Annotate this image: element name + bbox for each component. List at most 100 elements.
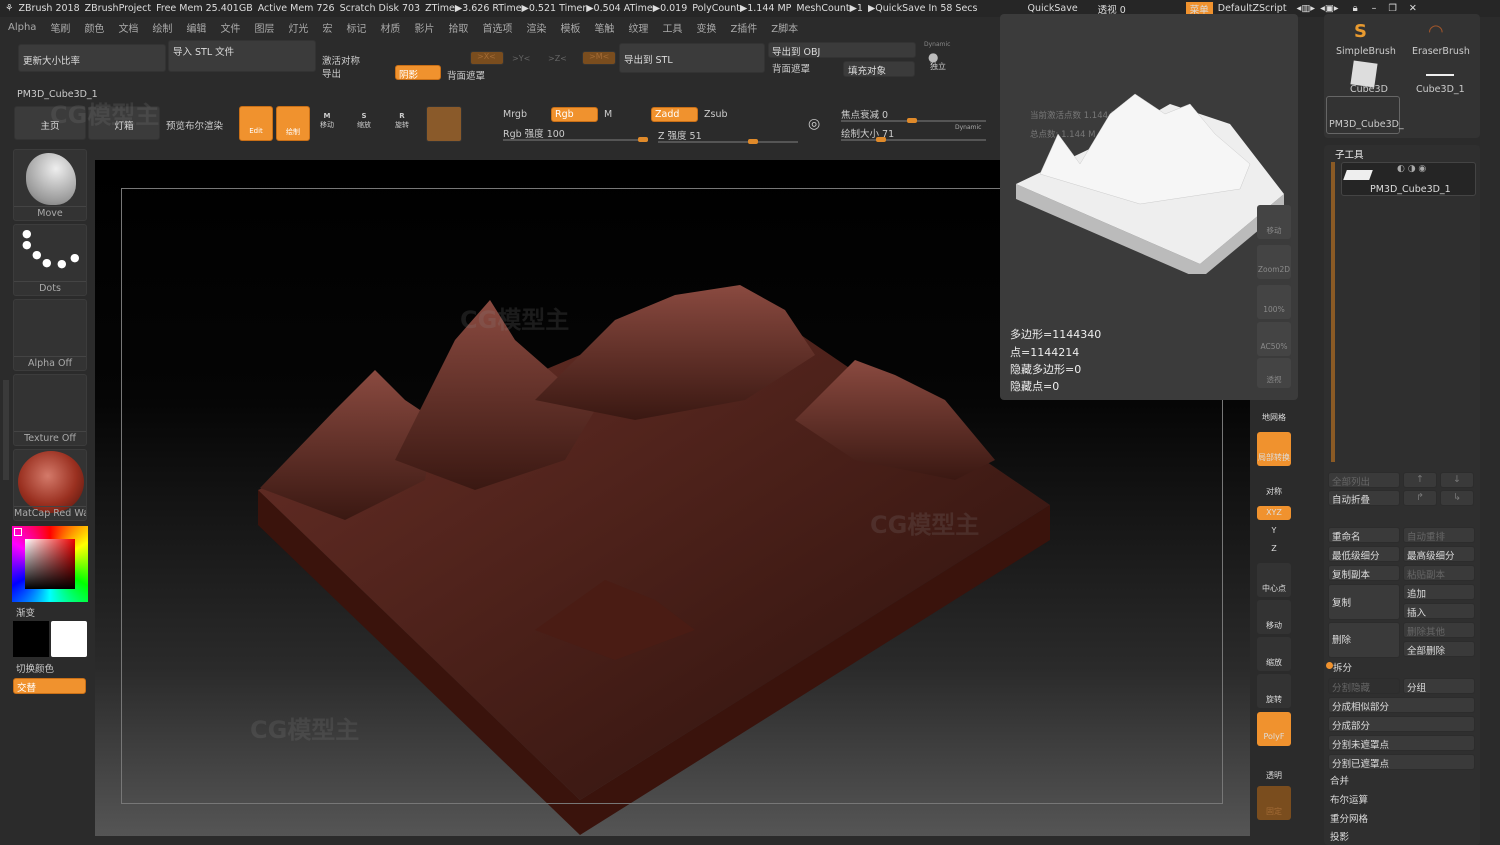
color-square[interactable] bbox=[25, 539, 75, 589]
alternate-button[interactable]: 交替 bbox=[13, 678, 86, 694]
split-similar-button[interactable]: 分成相似部分 bbox=[1328, 697, 1475, 713]
export-stl-button[interactable]: 导出到 STL bbox=[619, 43, 765, 73]
brush-selector[interactable]: Move bbox=[13, 149, 87, 221]
delete-all-button[interactable]: 全部删除 bbox=[1403, 641, 1475, 657]
sym-m-button[interactable]: >M< bbox=[582, 51, 616, 65]
sym-y-button[interactable]: >Y< bbox=[512, 54, 530, 63]
y-rotate-button[interactable]: Y bbox=[1257, 524, 1291, 538]
slider-knob[interactable] bbox=[638, 137, 648, 142]
mrgb-button[interactable]: Mrgb bbox=[503, 109, 527, 120]
stroke-selector[interactable]: ● ● ● ● ● ● Dots bbox=[13, 224, 87, 296]
z-intensity-slider[interactable] bbox=[658, 139, 798, 144]
duplicate-button[interactable]: 复制 bbox=[1328, 584, 1400, 620]
left-tray-handle[interactable] bbox=[3, 380, 9, 480]
menu-marker[interactable]: 标记 bbox=[346, 20, 366, 35]
sym-x-button[interactable]: >X< bbox=[470, 51, 504, 65]
tool-cube3d[interactable]: Cube3D bbox=[1350, 84, 1388, 95]
slider-knob[interactable] bbox=[876, 137, 886, 142]
menu-stroke[interactable]: 笔触 bbox=[594, 20, 614, 35]
material-selector[interactable]: MatCap Red Wax bbox=[13, 449, 87, 521]
dynamic-size-label[interactable]: Dynamic bbox=[955, 124, 981, 131]
m-button[interactable]: M bbox=[604, 109, 612, 120]
paste-button[interactable]: 粘贴副本 bbox=[1403, 565, 1475, 581]
subtool-scrollbar[interactable] bbox=[1331, 162, 1335, 462]
slider-knob[interactable] bbox=[907, 118, 917, 123]
append-button[interactable]: 追加 bbox=[1403, 584, 1475, 600]
local-transform-button[interactable]: 局部转换 bbox=[1257, 432, 1291, 466]
highest-subdiv-button[interactable]: 最高级细分 bbox=[1403, 546, 1475, 562]
tool-eraserbrush[interactable]: EraserBrush bbox=[1412, 46, 1470, 57]
move-view-top-button[interactable]: 移动 bbox=[1257, 205, 1291, 239]
menu-zplugin[interactable]: Z插件 bbox=[730, 20, 757, 35]
remesh-section[interactable]: 重分网格 bbox=[1330, 811, 1368, 825]
transparency-button[interactable]: 透明 bbox=[1257, 750, 1291, 784]
scale-view-button[interactable]: 缩放 bbox=[1257, 637, 1291, 671]
import-stl-button[interactable]: 导入 STL 文件 bbox=[168, 40, 316, 72]
solo-label[interactable]: 独立 bbox=[930, 61, 946, 72]
rgb-button[interactable]: Rgb bbox=[551, 107, 598, 122]
menu-brush[interactable]: 笔刷 bbox=[50, 20, 70, 35]
layout-icon[interactable]: ◂▥▸ bbox=[1297, 3, 1316, 14]
menu-alpha[interactable]: Alpha bbox=[8, 22, 36, 33]
menu-document[interactable]: 文档 bbox=[118, 20, 138, 35]
menu-macro[interactable]: 宏 bbox=[322, 20, 332, 35]
menu-movie[interactable]: 影片 bbox=[414, 20, 434, 35]
menu-layer[interactable]: 图层 bbox=[254, 20, 274, 35]
tool-pm3d-cube3d[interactable]: PM3D_Cube3D_ bbox=[1326, 96, 1404, 134]
move-view-button[interactable]: 移动 bbox=[1257, 600, 1291, 634]
delete-button[interactable]: 删除 bbox=[1328, 622, 1400, 658]
shadow-button[interactable]: 阴影 bbox=[395, 65, 441, 81]
draw-button[interactable]: 绘制 bbox=[276, 106, 310, 141]
lock-icon[interactable]: 🔒︎ bbox=[1353, 3, 1358, 14]
lowest-subdiv-button[interactable]: 最低级细分 bbox=[1328, 546, 1400, 562]
rotate-view-button[interactable]: 旋转 bbox=[1257, 674, 1291, 708]
split-section[interactable]: 拆分 bbox=[1333, 660, 1352, 674]
zsub-button[interactable]: Zsub bbox=[704, 109, 728, 120]
menu-edit[interactable]: 编辑 bbox=[186, 20, 206, 35]
gradient-toggle[interactable]: 渐变 bbox=[16, 605, 35, 619]
lightbox-button[interactable]: 灯箱 bbox=[88, 106, 160, 140]
groups-split-button[interactable]: 分组 bbox=[1403, 678, 1475, 694]
menu-zscript[interactable]: Z脚本 bbox=[771, 20, 798, 35]
rgb-intensity-slider[interactable] bbox=[503, 137, 648, 142]
menu-light[interactable]: 灯光 bbox=[288, 20, 308, 35]
menu-material[interactable]: 材质 bbox=[380, 20, 400, 35]
export-label[interactable]: 导出 bbox=[322, 66, 341, 80]
split-hidden-button[interactable]: 分割隐藏 bbox=[1328, 678, 1400, 694]
xyz-rotate-button[interactable]: XYZ bbox=[1257, 506, 1291, 520]
center-point-button[interactable]: 中心点 bbox=[1257, 563, 1291, 597]
subtool-item[interactable]: ◐ ◑ ◉ PM3D_Cube3D_1 bbox=[1341, 162, 1476, 196]
arrow-down-icon[interactable]: ↓ bbox=[1440, 472, 1474, 488]
color-picker[interactable] bbox=[12, 526, 88, 602]
menu-transform[interactable]: 变换 bbox=[696, 20, 716, 35]
menu-color[interactable]: 颜色 bbox=[84, 20, 104, 35]
menu-render[interactable]: 渲染 bbox=[526, 20, 546, 35]
menu-preferences[interactable]: 首选项 bbox=[482, 20, 512, 35]
rename-button[interactable]: 重命名 bbox=[1328, 527, 1400, 543]
project-section[interactable]: 投影 bbox=[1330, 829, 1349, 843]
arrow-up-icon[interactable]: ↑ bbox=[1403, 472, 1437, 488]
backface-mask-2[interactable]: 背面遮罩 bbox=[772, 61, 810, 75]
boolean-section[interactable]: 布尔运算 bbox=[1330, 792, 1368, 806]
list-all-button[interactable]: 全部列出 bbox=[1328, 472, 1400, 488]
menu-texture[interactable]: 纹理 bbox=[628, 20, 648, 35]
slider-knob[interactable] bbox=[748, 139, 758, 144]
subtool-visibility-icon[interactable]: ◐ ◑ ◉ bbox=[1397, 164, 1426, 174]
gizmo-button[interactable] bbox=[426, 106, 462, 142]
zadd-button[interactable]: Zadd bbox=[651, 107, 698, 122]
menu-draw[interactable]: 绘制 bbox=[152, 20, 172, 35]
ac50-button[interactable]: AC50% bbox=[1257, 322, 1291, 356]
tool-simplebrush[interactable]: SimpleBrush bbox=[1336, 46, 1396, 57]
z-rotate-button[interactable]: Z bbox=[1257, 542, 1291, 556]
pin-button[interactable]: 固定 bbox=[1257, 786, 1291, 820]
sym-z-button[interactable]: >Z< bbox=[548, 54, 567, 63]
main-color-swatch[interactable] bbox=[13, 621, 49, 657]
backface-mask[interactable]: 背面遮罩 bbox=[447, 68, 485, 82]
activate-symmetry[interactable]: 激活对称 bbox=[322, 53, 360, 67]
tool-cube3d-1[interactable]: Cube3D_1 bbox=[1416, 84, 1465, 95]
rotate-mode-button[interactable]: R 旋转 bbox=[395, 112, 409, 130]
export-obj-button[interactable]: 导出到 OBJ bbox=[768, 42, 916, 58]
alpha-selector[interactable]: Alpha Off bbox=[13, 299, 87, 371]
move-down-icon[interactable]: ↳ bbox=[1440, 490, 1474, 506]
minimize-icon[interactable]: – bbox=[1372, 3, 1377, 14]
